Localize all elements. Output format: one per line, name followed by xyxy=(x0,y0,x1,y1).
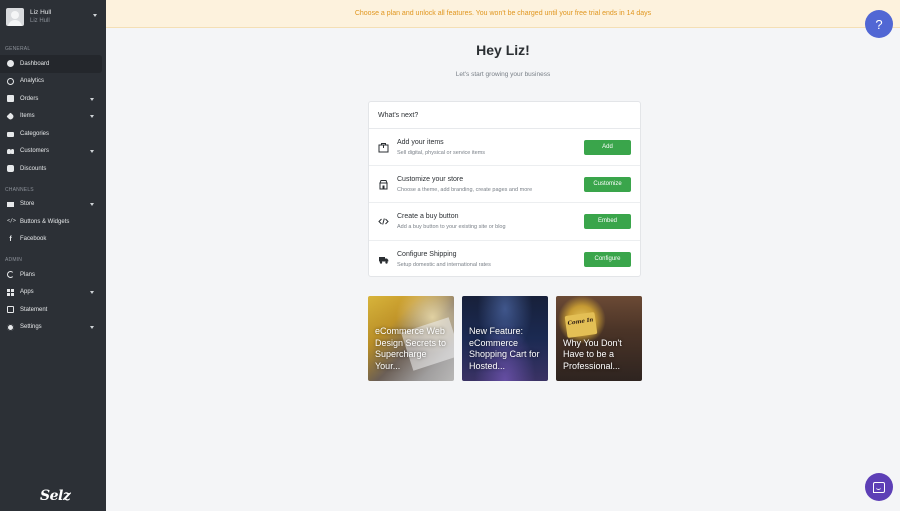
help-button[interactable]: ? xyxy=(865,10,893,38)
sidebar-item-label: Orders xyxy=(20,95,39,102)
article-card[interactable]: Why You Don't Have to be a Professional.… xyxy=(556,296,642,381)
task-description: Add a buy button to your existing site o… xyxy=(397,223,506,230)
sidebar-item-facebook[interactable]: f Facebook xyxy=(0,231,102,249)
sidebar-item-label: Settings xyxy=(20,324,42,331)
task-customize-store: Customize your store Choose a theme, add… xyxy=(369,166,640,204)
add-items-button[interactable]: Add xyxy=(584,139,631,155)
section-label-admin: Admin xyxy=(5,257,23,263)
sidebar-item-orders[interactable]: Orders xyxy=(0,90,102,108)
whats-next-card: What's next? Add your items Sell digital… xyxy=(368,101,641,277)
chevron-down-icon xyxy=(90,115,94,118)
avatar xyxy=(6,8,24,26)
sidebar-item-customers[interactable]: Customers xyxy=(0,143,102,161)
sidebar-item-label: Categories xyxy=(20,130,50,137)
sidebar-item-apps[interactable]: Apps xyxy=(0,284,102,302)
selz-logo[interactable]: Selz xyxy=(40,488,71,504)
sidebar-item-buttons-widgets[interactable]: </> Buttons & Widgets xyxy=(0,213,102,231)
sidebar-item-discounts[interactable]: Discounts xyxy=(0,160,102,178)
store-icon xyxy=(7,202,14,208)
chat-button[interactable] xyxy=(865,473,893,501)
task-title: Customize your store xyxy=(397,175,464,183)
chevron-down-icon xyxy=(90,97,94,101)
article-title: Why You Don't Have to be a Professional.… xyxy=(563,337,622,371)
task-create-buy-button: Create a buy button Add a buy button to … xyxy=(369,203,640,241)
sidebar-item-label: Statement xyxy=(20,306,48,313)
chevron-down-icon xyxy=(90,203,94,206)
sidebar-item-label: Discounts xyxy=(20,165,47,172)
trial-banner-text: Choose a plan and unlock all features. Y… xyxy=(354,10,652,17)
refresh-icon xyxy=(7,271,14,279)
folder-icon xyxy=(7,131,14,137)
sidebar-item-label: Facebook xyxy=(20,236,47,243)
sidebar-item-items[interactable]: Items xyxy=(0,108,102,126)
sidebar-item-label: Items xyxy=(20,113,35,120)
statement-icon xyxy=(7,306,14,314)
question-icon: ? xyxy=(875,16,883,32)
task-configure-shipping: Configure Shipping Setup domestic and in… xyxy=(369,241,640,278)
code-icon: </> xyxy=(7,218,17,225)
article-card[interactable]: eCommerce Web Design Secrets to Supercha… xyxy=(368,296,454,381)
sidebar-item-statement[interactable]: Statement xyxy=(0,301,102,319)
store-icon xyxy=(377,178,389,190)
sidebar-item-settings[interactable]: Settings xyxy=(0,319,102,337)
chevron-down-icon xyxy=(90,291,94,294)
sidebar-item-categories[interactable]: Categories xyxy=(0,125,102,143)
badge-icon xyxy=(7,165,14,173)
page-title: Hey Liz! xyxy=(476,42,530,58)
configure-shipping-button[interactable]: Configure xyxy=(584,251,631,267)
page-subtitle: Let's start growing your business xyxy=(455,71,551,78)
user-name: Liz Hull xyxy=(30,9,52,16)
code-icon xyxy=(377,215,389,227)
task-description: Setup domestic and international rates xyxy=(397,261,491,268)
task-title: Add your items xyxy=(397,138,444,146)
trial-banner[interactable]: Choose a plan and unlock all features. Y… xyxy=(106,0,900,28)
customize-store-button[interactable]: Customize xyxy=(584,176,631,192)
task-description: Sell digital, physical or service items xyxy=(397,149,486,156)
sidebar-item-plans[interactable]: Plans xyxy=(0,266,102,284)
embed-button[interactable]: Embed xyxy=(584,213,631,229)
chevron-down-icon xyxy=(90,150,94,153)
sidebar-item-store[interactable]: Store xyxy=(0,196,102,214)
apps-icon xyxy=(7,288,14,296)
box-icon xyxy=(377,141,389,153)
main-content: Choose a plan and unlock all features. Y… xyxy=(106,0,900,511)
chevron-down-icon xyxy=(90,326,94,329)
sidebar-item-label: Customers xyxy=(20,148,50,155)
article-card[interactable]: New Feature: eCommerce Shopping Cart for… xyxy=(462,296,548,381)
task-title: Create a buy button xyxy=(397,212,459,220)
task-add-items: Add your items Sell digital, physical or… xyxy=(369,129,640,167)
gear-icon xyxy=(7,323,14,331)
sidebar-item-label: Apps xyxy=(20,289,34,296)
sidebar-item-label: Store xyxy=(20,201,35,208)
sidebar-item-dashboard[interactable]: Dashboard xyxy=(0,55,102,73)
section-label-general: General xyxy=(5,46,31,52)
sidebar-item-label: Analytics xyxy=(20,78,45,85)
user-subtitle: Liz Hull xyxy=(30,18,50,24)
task-description: Choose a theme, add branding, create pag… xyxy=(397,186,533,193)
orders-icon xyxy=(7,95,14,103)
article-title: New Feature: eCommerce Shopping Cart for… xyxy=(469,326,540,371)
facebook-icon: f xyxy=(9,235,12,243)
tag-icon xyxy=(6,112,15,121)
section-label-channels: Channels xyxy=(5,186,34,193)
card-header: What's next? xyxy=(369,102,640,129)
sidebar-item-label: Buttons & Widgets xyxy=(20,218,70,225)
sidebar: Liz Hull Liz Hull General Dashboard Anal… xyxy=(0,0,106,511)
chevron-down-icon xyxy=(93,14,97,17)
task-title: Configure Shipping xyxy=(397,250,457,258)
people-icon xyxy=(7,148,14,155)
truck-icon xyxy=(377,253,389,265)
sidebar-item-label: Dashboard xyxy=(20,60,50,67)
account-switcher[interactable]: Liz Hull Liz Hull xyxy=(0,0,106,34)
chat-icon xyxy=(873,481,885,493)
analytics-icon xyxy=(7,77,14,85)
sidebar-item-label: Plans xyxy=(20,271,36,278)
sidebar-item-analytics[interactable]: Analytics xyxy=(0,73,102,91)
article-title: eCommerce Web Design Secrets to Supercha… xyxy=(375,326,447,371)
dashboard-icon xyxy=(7,60,14,68)
